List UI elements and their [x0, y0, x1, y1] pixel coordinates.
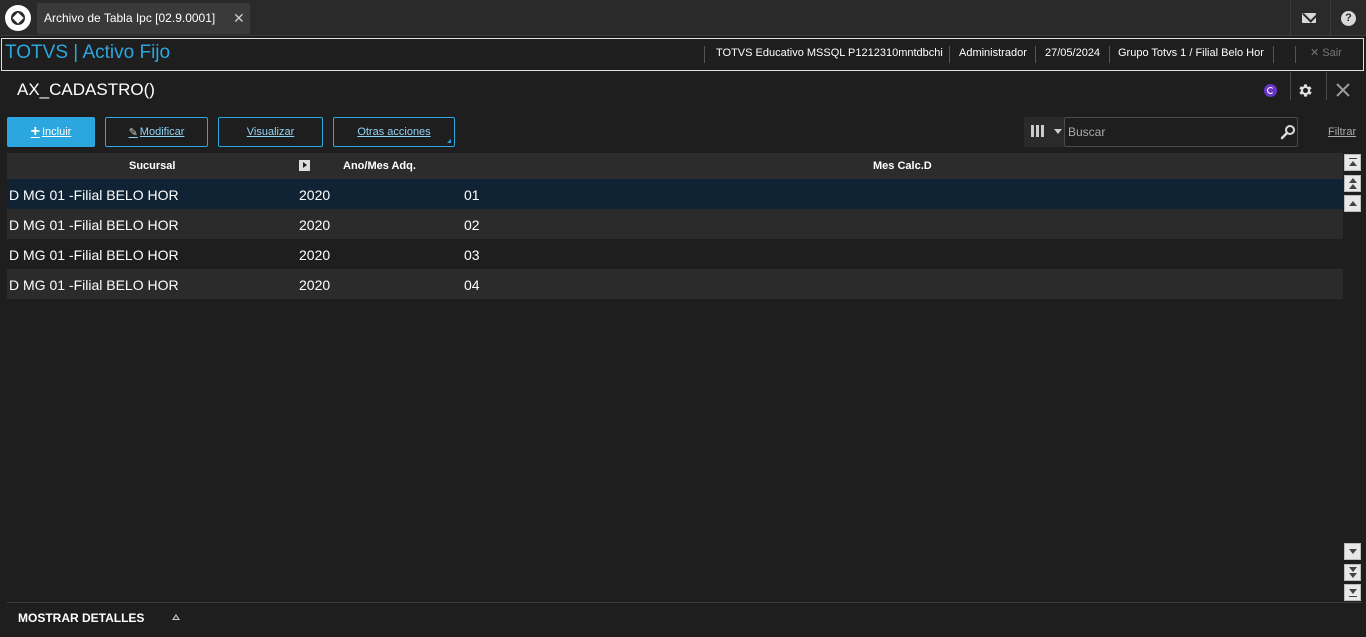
cell-sucursal: D MG 01 -Filial BELO HOR: [9, 187, 179, 203]
expand-up-icon[interactable]: [172, 614, 180, 620]
cell-mes: 01: [464, 187, 480, 203]
totvs-logo-icon[interactable]: [5, 5, 31, 31]
scroll-bottom-icon: [1349, 589, 1357, 594]
search-icon[interactable]: [1280, 124, 1296, 140]
date-info: 27/05/2024: [1045, 47, 1101, 59]
table-row[interactable]: D MG 01 -Filial BELO HOR 2020 03: [7, 239, 1343, 269]
edit-button-label: Modificar: [139, 126, 185, 138]
tab-label: Archivo de Tabla Ipc [02.9.0001]: [44, 11, 216, 25]
add-button[interactable]: + Incluir: [7, 117, 95, 147]
filter-link[interactable]: Filtrar: [1328, 126, 1356, 138]
exit-label: Sair: [1322, 47, 1342, 59]
column-header-mes-calc[interactable]: Mes Calc.D: [873, 160, 932, 172]
columns-icon: [1031, 125, 1045, 137]
scroll-top-button[interactable]: [1344, 154, 1361, 171]
cell-sucursal: D MG 01 -Filial BELO HOR: [9, 247, 179, 263]
show-details-toggle[interactable]: MOSTRAR DETALLES: [18, 611, 144, 625]
app-title: TOTVS | Activo Fijo: [5, 42, 171, 63]
chevron-up-icon: [1349, 201, 1357, 206]
header-divider: [1109, 46, 1110, 63]
view-button[interactable]: Visualizar: [218, 117, 323, 147]
close-icon[interactable]: [1333, 80, 1353, 100]
column-header-ano-mes[interactable]: Ano/Mes Adq.: [343, 160, 416, 172]
branch-info: Grupo Totvs 1 / Filial Belo Hor: [1118, 47, 1264, 59]
header-divider: [704, 46, 705, 63]
more-actions-button[interactable]: Otras acciones: [333, 117, 455, 147]
tab-close-icon[interactable]: ✕: [233, 10, 245, 27]
table-row[interactable]: D MG 01 -Filial BELO HOR 2020 04: [7, 269, 1343, 299]
gear-icon[interactable]: [1297, 82, 1314, 99]
scroll-down-button[interactable]: [1344, 543, 1361, 560]
cell-mes: 04: [464, 277, 480, 293]
more-actions-label: Otras acciones: [357, 126, 431, 138]
scroll-page-up-button[interactable]: [1344, 175, 1361, 192]
search-input[interactable]: [1068, 124, 1273, 140]
cell-ano: 2020: [299, 247, 331, 263]
header-divider: [1273, 46, 1274, 63]
header-divider: [1035, 46, 1036, 63]
chevron-down-icon: [1054, 129, 1062, 134]
double-chevron-down-icon: [1349, 567, 1357, 572]
mail-button[interactable]: [1290, 0, 1326, 36]
edit-button[interactable]: ✎ Modificar: [105, 117, 208, 147]
connection-status-icon[interactable]: [1264, 84, 1277, 97]
tab-archivo-tabla-ipc[interactable]: Archivo de Tabla Ipc [02.9.0001] ✕: [37, 3, 250, 34]
cell-sucursal: D MG 01 -Filial BELO HOR: [9, 217, 179, 233]
plus-icon: +: [30, 123, 40, 140]
tab-bar: Archivo de Tabla Ipc [02.9.0001] ✕ ?: [0, 0, 1366, 36]
cell-ano: 2020: [299, 277, 331, 293]
search-box: [1064, 117, 1298, 147]
cell-mes: 03: [464, 247, 480, 263]
environment-info: TOTVS Educativo MSSQL P1212310mntdbchi: [716, 47, 943, 59]
column-header-sucursal[interactable]: Sucursal: [129, 160, 175, 172]
view-button-label: Visualizar: [246, 126, 295, 138]
pencil-icon: ✎: [128, 126, 138, 139]
app-header: TOTVS | Activo Fijo TOTVS Educativo MSSQ…: [1, 38, 1364, 71]
cell-ano: 2020: [299, 187, 331, 203]
title-divider: [1290, 72, 1291, 100]
exit-icon: ✕: [1310, 47, 1320, 59]
exit-button[interactable]: ✕ Sair: [1310, 46, 1342, 59]
table-row[interactable]: D MG 01 -Filial BELO HOR 2020 02: [7, 209, 1343, 239]
add-button-label: Incluir: [42, 126, 72, 138]
cell-sucursal: D MG 01 -Filial BELO HOR: [9, 277, 179, 293]
chevron-down-icon: [1349, 549, 1357, 554]
cell-ano: 2020: [299, 217, 331, 233]
table-row[interactable]: D MG 01 -Filial BELO HOR 2020 01: [7, 179, 1343, 209]
scroll-top-icon: [1349, 158, 1357, 159]
grid-header: Sucursal Ano/Mes Adq. Mes Calc.D: [7, 153, 1343, 179]
help-icon: ?: [1341, 10, 1356, 26]
column-picker-button[interactable]: [1024, 117, 1064, 147]
double-chevron-up-icon: [1349, 178, 1357, 183]
page-title: AX_CADASTRO(): [17, 80, 155, 99]
column-sort-icon[interactable]: [299, 160, 310, 171]
header-divider: [949, 46, 950, 63]
user-info: Administrador: [959, 47, 1027, 59]
mail-icon: [1301, 13, 1316, 23]
scroll-up-button[interactable]: [1344, 195, 1361, 212]
header-divider: [1295, 46, 1296, 63]
title-divider: [1326, 72, 1327, 100]
scroll-bottom-button[interactable]: [1344, 584, 1361, 601]
help-button[interactable]: ?: [1330, 0, 1366, 36]
dropdown-caret-icon: [447, 139, 451, 143]
scroll-page-down-button[interactable]: [1344, 564, 1361, 581]
details-bar: MOSTRAR DETALLES: [7, 602, 1362, 632]
cell-mes: 02: [464, 217, 480, 233]
